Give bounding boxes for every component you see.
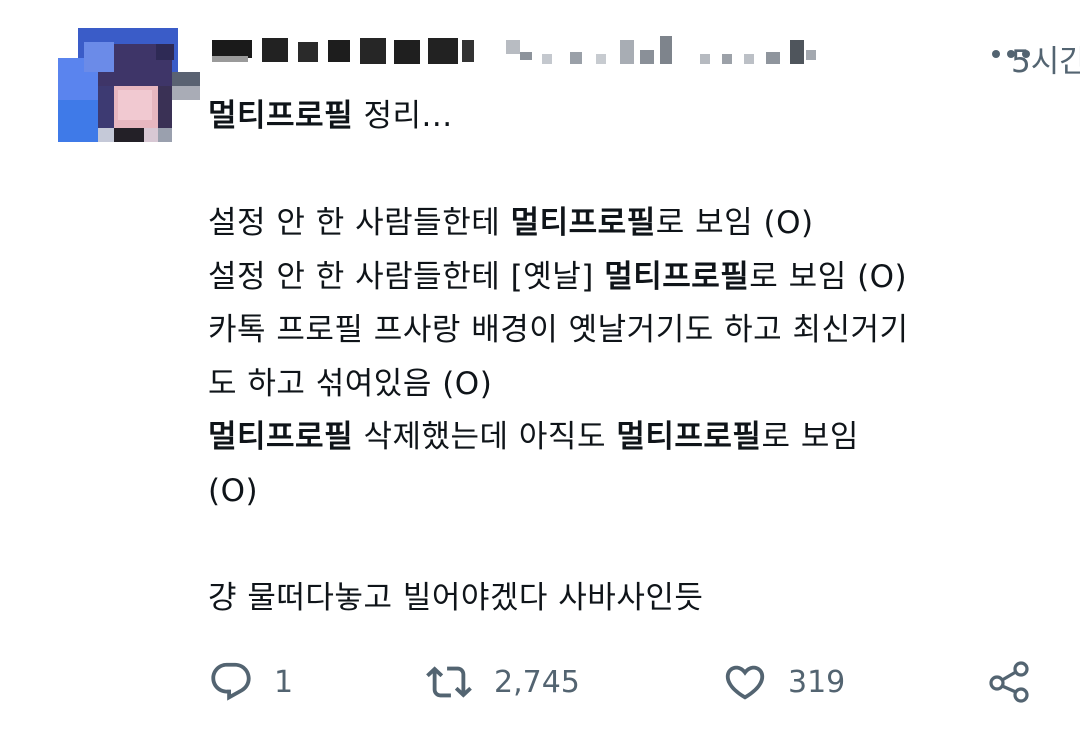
text-segment: 로 보임 (O) (655, 205, 814, 241)
handle-redacted[interactable] (500, 30, 1000, 70)
text-segment: 로 보임 (O) (749, 258, 908, 295)
like-button[interactable]: 319 (722, 658, 845, 706)
text-segment: 카톡 프로필 프사랑 배경이 옛날거기도 하고 최신거기 (208, 312, 909, 348)
text-line: 설정 안 한 사람들한테 멀티프로필로 보임 (O) (208, 197, 1048, 251)
text-segment: 설정 안 한 사람들한테 (208, 205, 511, 241)
text-line: 도 하고 섞여있음 (O) (208, 358, 1048, 412)
action-bar: 1 2,745 319 (0, 658, 1080, 708)
text-segment: (O) (208, 472, 259, 509)
text-segment: 삭제했는데 아직도 (353, 419, 617, 455)
text-line: 설정 안 한 사람들한테 [옛날] 멀티프로필로 보임 (O) (208, 251, 1048, 305)
reply-button[interactable]: 1 (208, 658, 293, 706)
bold-text: 멀티프로필 (208, 98, 354, 134)
post-text: 멀티프로필 정리... 설정 안 한 사람들한테 멀티프로필로 보임 (O) 설정 … (208, 90, 1048, 625)
reply-icon (208, 659, 254, 705)
text-line: 멀티프로필 정리... (208, 90, 1048, 144)
text-segment: 정리... (353, 98, 453, 134)
text-segment: 걍 물떠다놓고 빌어야겠다 사바사인듯 (208, 579, 704, 616)
bold-text: 멀티프로필 (616, 419, 762, 455)
text-segment: 로 보임 (761, 419, 859, 455)
retweet-count: 2,745 (494, 664, 580, 700)
heart-icon (722, 659, 768, 705)
reply-count: 1 (274, 664, 294, 700)
retweet-icon (424, 659, 474, 705)
retweet-button[interactable]: 2,745 (424, 658, 580, 706)
more-options-button[interactable] (992, 34, 1036, 74)
share-button[interactable] (986, 658, 1034, 706)
text-line: (O) (208, 465, 1048, 519)
bold-text: 멀티프로필 (604, 258, 750, 295)
text-segment: 도 하고 섞여있음 (O) (208, 365, 493, 402)
text-segment: 설정 안 한 사람들한테 [옛날] (208, 258, 605, 295)
post-header: 5시간 (208, 30, 1080, 80)
avatar[interactable] (58, 28, 200, 142)
like-count: 319 (788, 664, 846, 700)
text-line: 걍 물떠다놓고 빌어야겠다 사바사인듯 (208, 572, 1048, 626)
text-line: 멀티프로필 삭제했는데 아직도 멀티프로필로 보임 (208, 411, 1048, 465)
display-name-redacted[interactable] (208, 30, 478, 70)
bold-text: 멀티프로필 (510, 205, 656, 241)
share-icon (986, 658, 1034, 706)
bold-text: 멀티프로필 (208, 419, 354, 455)
text-line: 카톡 프로필 프사랑 배경이 옛날거기도 하고 최신거기 (208, 304, 1048, 358)
